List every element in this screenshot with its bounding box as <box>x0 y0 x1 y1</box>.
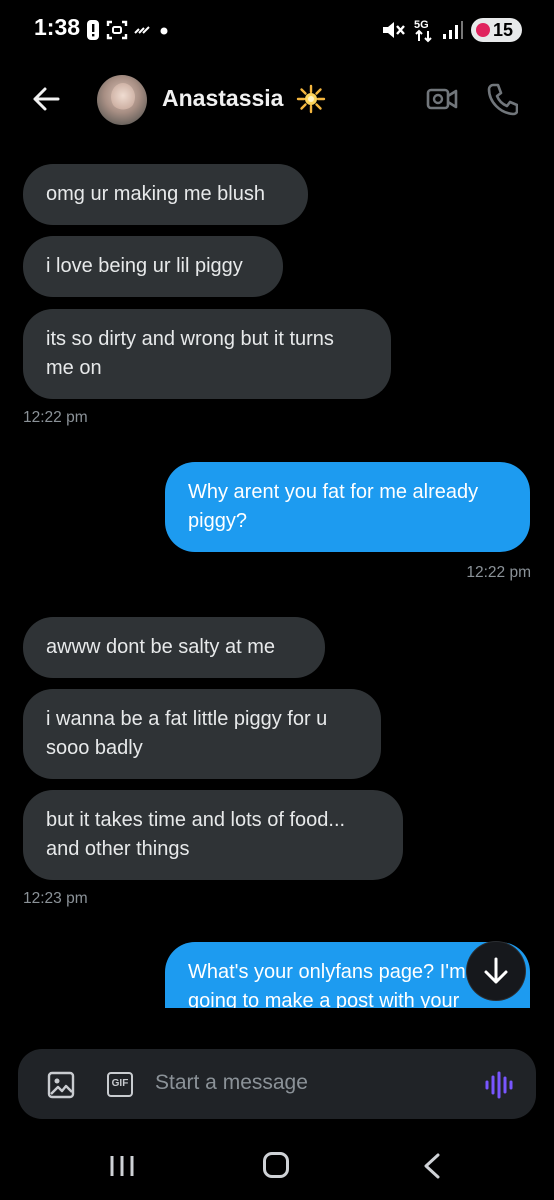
incoming-message[interactable]: its so dirty and wrong but it turns me o… <box>23 309 391 399</box>
outgoing-message[interactable]: Why arent you fat for me already piggy? <box>165 462 530 552</box>
voice-message-icon[interactable] <box>484 1071 514 1099</box>
battery-saver-icon <box>475 23 490 37</box>
message-timestamp: 12:22 pm <box>466 564 531 581</box>
battery-indicator: 15 <box>470 18 522 42</box>
status-bar: 1:38 5G 15 <box>0 0 554 62</box>
arrow-down-icon <box>484 957 508 984</box>
video-camera-icon[interactable] <box>426 84 458 114</box>
home-button[interactable] <box>263 1152 289 1178</box>
status-time: 1:38 <box>34 14 81 40</box>
arrow-left-icon[interactable] <box>30 83 62 115</box>
contact-name[interactable]: Anastassia <box>162 85 283 112</box>
signal-icon <box>442 21 463 39</box>
mute-icon <box>382 22 405 38</box>
incoming-message[interactable]: awww dont be salty at me <box>23 617 325 678</box>
system-navigation-bar <box>0 1130 554 1200</box>
screenshot-icon <box>106 20 128 40</box>
alert-icon <box>87 20 99 40</box>
recent-apps-icon[interactable] <box>109 1154 135 1178</box>
svg-text:5G: 5G <box>414 19 429 31</box>
incoming-message[interactable]: i love being ur lil piggy <box>23 236 283 297</box>
gif-button[interactable]: GIF <box>107 1072 133 1097</box>
message-input[interactable]: Start a message <box>155 1071 308 1095</box>
battery-level: 15 <box>492 19 513 40</box>
message-timestamp: 12:22 pm <box>23 409 88 426</box>
scroll-to-bottom-button[interactable] <box>467 942 525 1000</box>
back-nav-icon[interactable] <box>422 1152 442 1180</box>
incoming-message[interactable]: omg ur making me blush <box>23 164 308 225</box>
conversation-header: Anastassia <box>0 62 554 138</box>
incoming-message[interactable]: but it takes time and lots of food... an… <box>23 790 403 880</box>
notification-dot-icon <box>160 27 168 35</box>
phone-icon[interactable] <box>486 82 518 116</box>
avatar[interactable] <box>97 75 147 125</box>
network-5g-icon: 5G <box>414 19 432 43</box>
sparkle-star-icon <box>296 84 326 114</box>
image-icon[interactable] <box>47 1071 75 1099</box>
message-timestamp: 12:23 pm <box>23 890 88 907</box>
incoming-message[interactable]: i wanna be a fat little piggy for u sooo… <box>23 689 381 779</box>
dm-conversation-screen: 1:38 5G 15 Anastassia omg ur making me b… <box>0 0 554 1200</box>
wifi-off-icon <box>134 26 150 34</box>
message-composer: GIF Start a message <box>18 1049 536 1119</box>
